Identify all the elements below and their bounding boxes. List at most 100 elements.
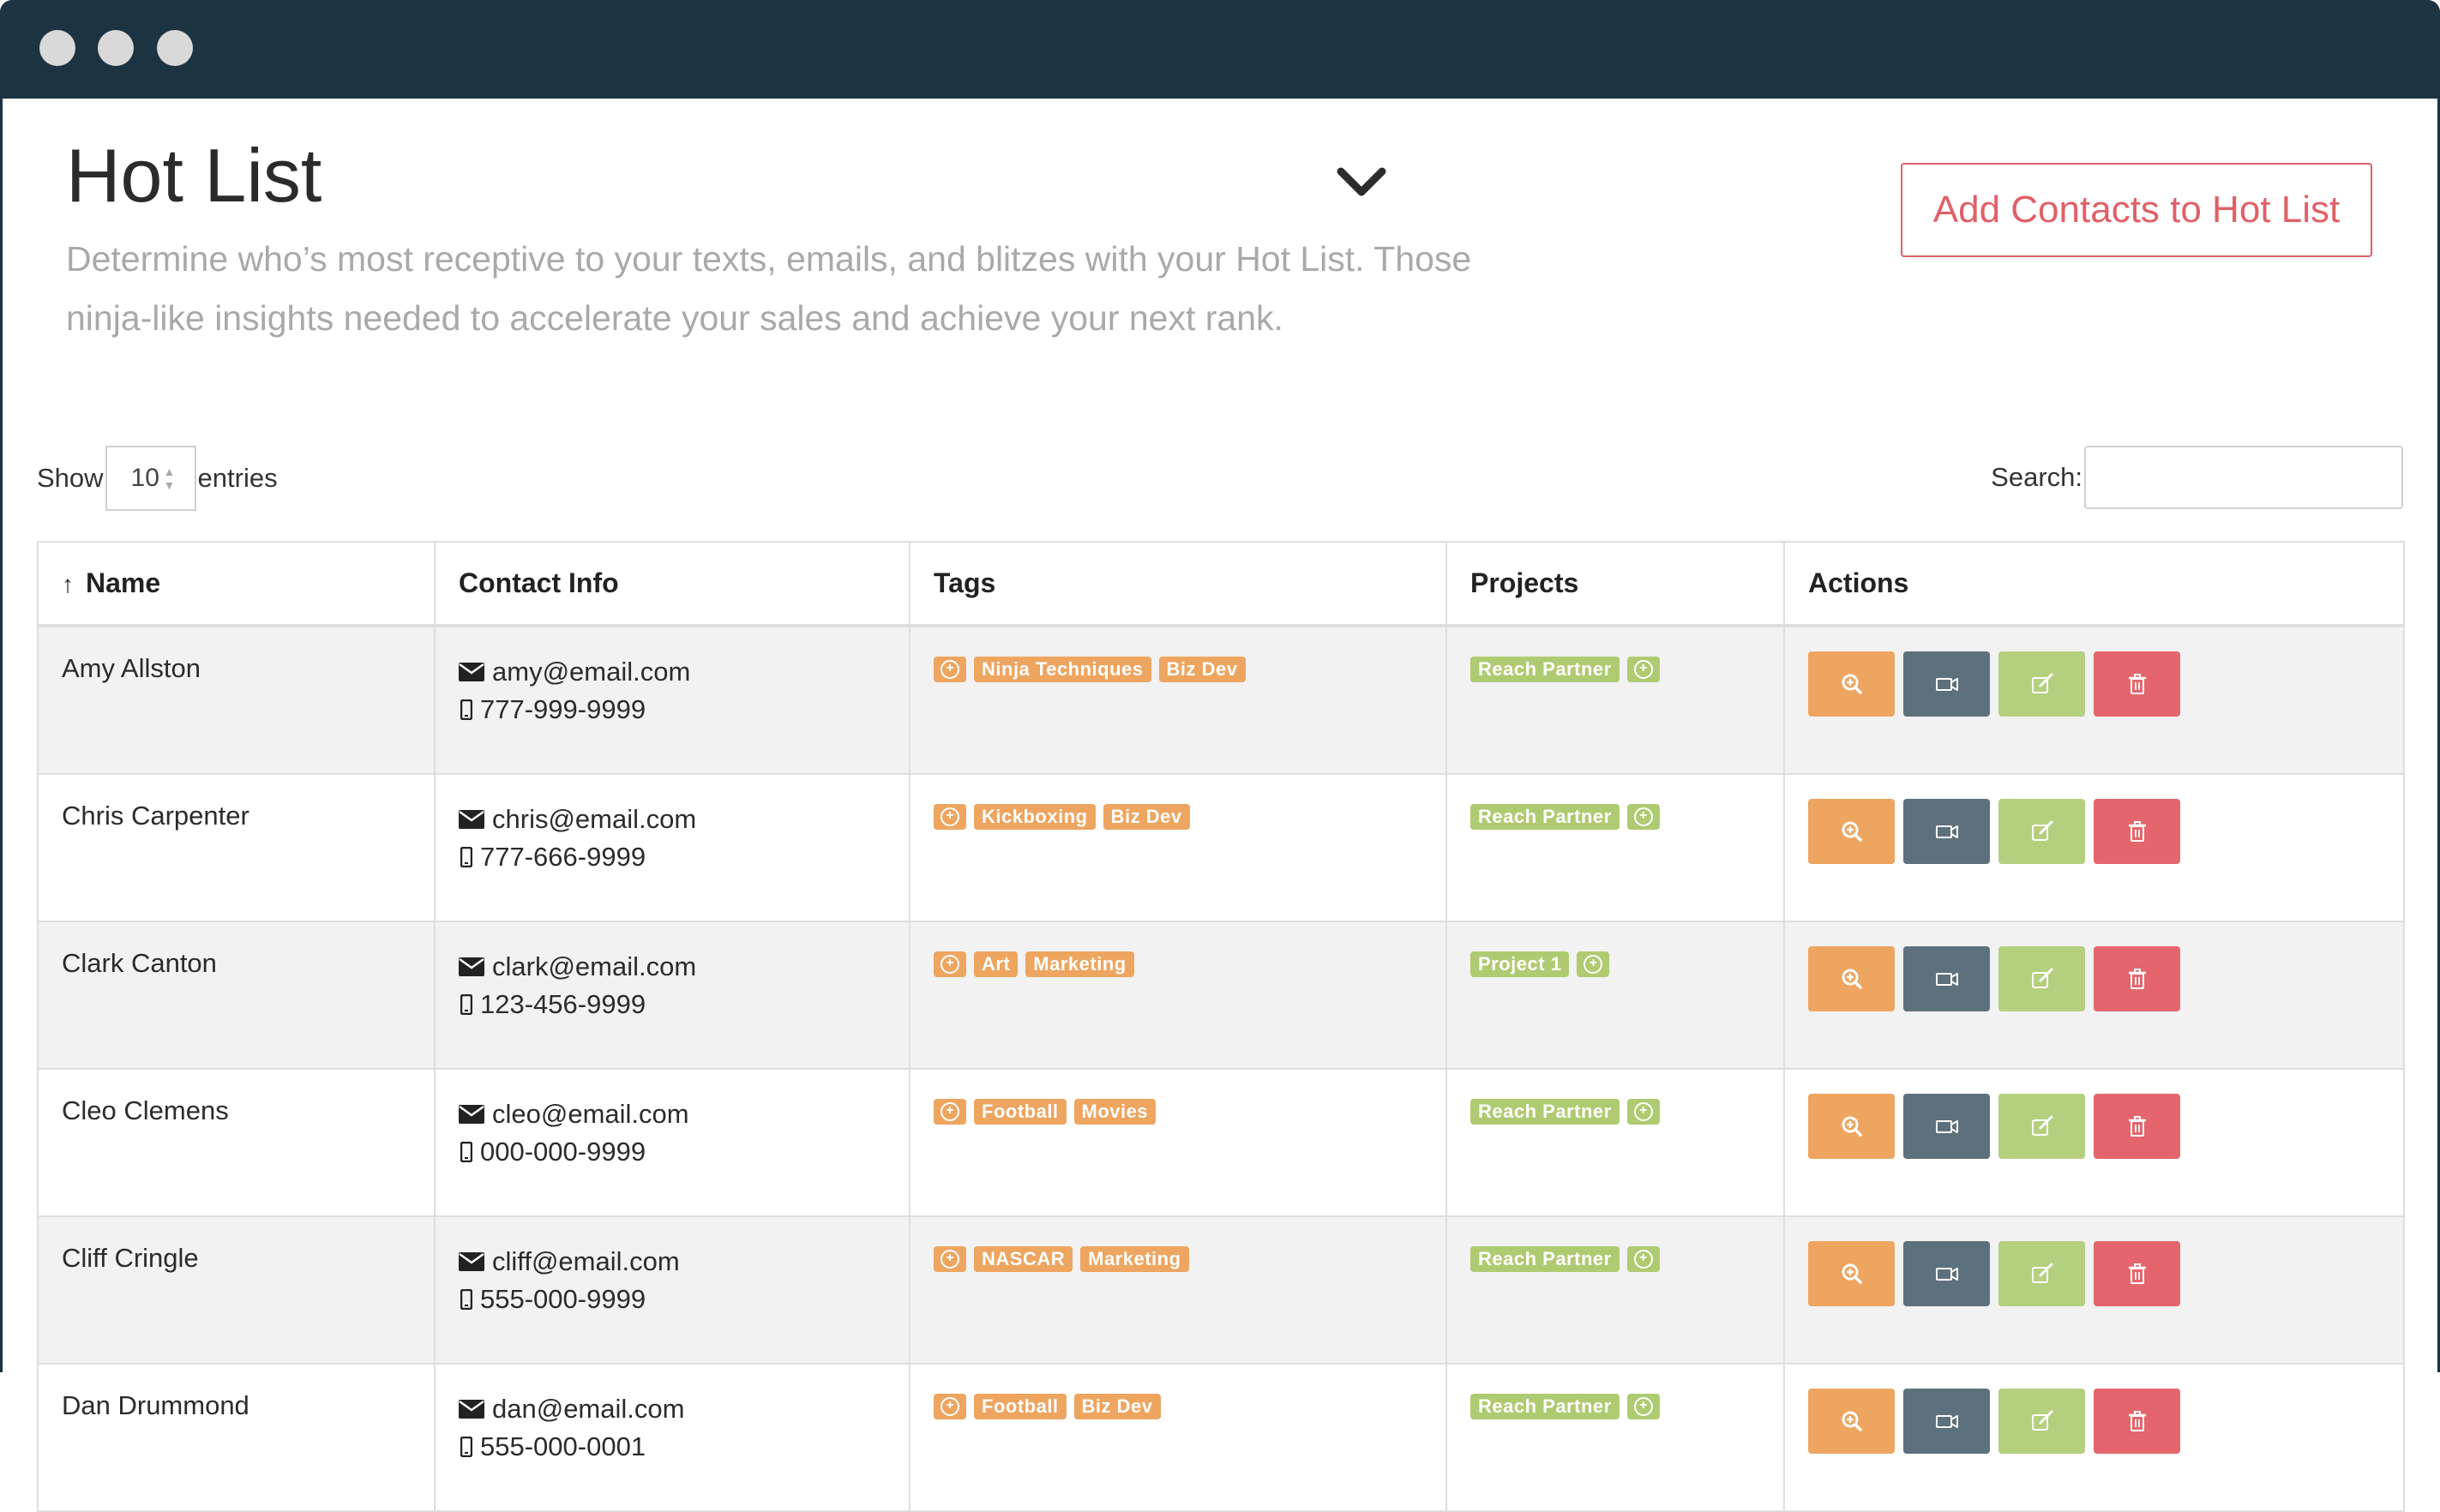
add-contacts-button[interactable]: Add Contacts to Hot List [1901, 163, 2372, 257]
project-badge[interactable]: Reach Partner [1470, 1099, 1620, 1125]
window-maximize-dot-icon[interactable] [157, 30, 193, 66]
project-badge[interactable]: Reach Partner [1470, 1246, 1620, 1272]
delete-contact-button[interactable] [2094, 1389, 2180, 1454]
plus-circle-icon[interactable]: + [1626, 1394, 1660, 1419]
delete-contact-button[interactable] [2094, 946, 2180, 1011]
view-contact-button[interactable] [1808, 946, 1895, 1011]
tag-badge[interactable]: Marketing [1080, 1246, 1189, 1272]
plus-circle-icon[interactable]: + [934, 1246, 966, 1272]
plus-circle-icon[interactable]: + [934, 951, 966, 977]
mail-icon [459, 1105, 484, 1124]
plus-circle-icon[interactable]: + [1626, 657, 1660, 682]
contact-phone[interactable]: 123-456-9999 [480, 986, 646, 1023]
contact-phone[interactable]: 777-666-9999 [480, 838, 646, 876]
contact-name: Dan Drummond [62, 1390, 249, 1420]
tag-badge[interactable]: Football [974, 1099, 1067, 1125]
view-contact-button[interactable] [1808, 1094, 1895, 1159]
edit-contact-button[interactable] [1998, 1241, 2085, 1306]
tag-badge[interactable]: Marketing [1025, 951, 1134, 977]
delete-contact-button[interactable] [2094, 1241, 2180, 1306]
tag-badge[interactable]: Ninja Techniques [974, 657, 1151, 682]
name-cell: Cliff Cringle [37, 1215, 436, 1365]
video-button[interactable] [1903, 946, 1990, 1011]
video-button[interactable] [1903, 1389, 1990, 1454]
delete-contact-button[interactable] [2094, 651, 2180, 717]
contact-email[interactable]: cleo@email.com [492, 1095, 689, 1133]
zoom-in-icon [1842, 969, 1862, 989]
plus-circle-icon[interactable]: + [934, 1394, 966, 1419]
plus-circle-icon[interactable]: + [1626, 804, 1660, 830]
tag-badge[interactable]: Biz Dev [1158, 657, 1246, 682]
view-contact-button[interactable] [1808, 1389, 1895, 1454]
contact-name: Clark Canton [62, 948, 217, 978]
edit-contact-button[interactable] [1998, 1389, 2085, 1454]
delete-contact-button[interactable] [2094, 1094, 2180, 1159]
column-header-projects[interactable]: Projects [1445, 541, 1785, 627]
contact-phone[interactable]: 555-000-9999 [480, 1281, 646, 1318]
contact-email[interactable]: clark@email.com [492, 948, 696, 986]
tag-badge[interactable]: Art [974, 951, 1019, 977]
project-badge[interactable]: Project 1 [1470, 951, 1570, 977]
mail-icon [459, 810, 484, 829]
edit-contact-button[interactable] [1998, 946, 2085, 1011]
video-button[interactable] [1903, 1094, 1990, 1159]
show-label: Show [37, 463, 104, 493]
plus-circle-icon[interactable]: + [1626, 1099, 1660, 1125]
phone-line: 555-000-0001 [459, 1428, 909, 1466]
phone-line: 555-000-9999 [459, 1281, 909, 1318]
contact-email[interactable]: dan@email.com [492, 1390, 684, 1428]
contact-email[interactable]: cliff@email.com [492, 1243, 680, 1281]
project-badge[interactable]: Reach Partner [1470, 1394, 1620, 1419]
mail-icon [459, 957, 484, 976]
edit-contact-button[interactable] [1998, 1094, 2085, 1159]
video-button[interactable] [1903, 1241, 1990, 1306]
contact-name: Cliff Cringle [62, 1243, 199, 1273]
project-badge[interactable]: Reach Partner [1470, 804, 1620, 830]
contact-phone[interactable]: 000-000-9999 [480, 1133, 646, 1171]
search-input[interactable] [2084, 446, 2403, 509]
column-header-tags[interactable]: Tags [909, 541, 1447, 627]
window-minimize-dot-icon[interactable] [98, 30, 134, 66]
trash-icon [2128, 969, 2146, 989]
tag-badge[interactable]: Biz Dev [1103, 804, 1190, 830]
project-badge[interactable]: Reach Partner [1470, 657, 1620, 682]
table-row: Dan Drummond dan@email.com 555-000-0001 … [37, 1363, 2405, 1512]
view-contact-button[interactable] [1808, 651, 1895, 717]
column-header-contact-info[interactable]: Contact Info [434, 541, 910, 627]
tags-cell: + Football Movies [909, 1068, 1447, 1217]
sort-ascending-icon: ↑ [62, 571, 74, 597]
chevron-down-icon[interactable] [1336, 161, 1387, 204]
plus-circle-icon[interactable]: + [934, 804, 966, 830]
contact-info-cell: chris@email.com 777-666-9999 [434, 773, 910, 922]
column-header-actions: Actions [1783, 541, 2405, 627]
contact-phone[interactable]: 777-999-9999 [480, 691, 646, 729]
projects-cell: Reach Partner + [1445, 625, 1785, 775]
contact-email[interactable]: amy@email.com [492, 653, 690, 691]
video-button[interactable] [1903, 651, 1990, 717]
edit-contact-button[interactable] [1998, 799, 2085, 864]
plus-circle-icon[interactable]: + [1577, 951, 1610, 977]
plus-circle-icon[interactable]: + [1626, 1246, 1660, 1272]
contact-phone[interactable]: 555-000-0001 [480, 1428, 646, 1466]
edit-contact-button[interactable] [1998, 651, 2085, 717]
column-header-name[interactable]: ↑ Name [37, 541, 436, 627]
plus-circle-icon[interactable]: + [934, 1099, 966, 1125]
tag-badge[interactable]: Football [974, 1394, 1067, 1419]
window-close-dot-icon[interactable] [39, 30, 75, 66]
projects-cell: Reach Partner + [1445, 773, 1785, 922]
trash-icon [2128, 1116, 2146, 1137]
view-contact-button[interactable] [1808, 1241, 1895, 1306]
tag-badge[interactable]: NASCAR [974, 1246, 1073, 1272]
tag-badge[interactable]: Kickboxing [974, 804, 1096, 830]
contact-email[interactable]: chris@email.com [492, 801, 696, 838]
tag-badge[interactable]: Biz Dev [1073, 1394, 1161, 1419]
entries-select[interactable]: 10 ▲ ▼ [105, 446, 196, 511]
video-button[interactable] [1903, 799, 1990, 864]
plus-circle-icon[interactable]: + [934, 657, 966, 682]
projects-cell: Reach Partner + [1445, 1068, 1785, 1217]
delete-contact-button[interactable] [2094, 799, 2180, 864]
mail-icon [459, 1400, 484, 1419]
view-contact-button[interactable] [1808, 799, 1895, 864]
table-body: Amy Allston amy@email.com 777-999-9999 +… [37, 625, 2405, 1512]
tag-badge[interactable]: Movies [1073, 1099, 1157, 1125]
